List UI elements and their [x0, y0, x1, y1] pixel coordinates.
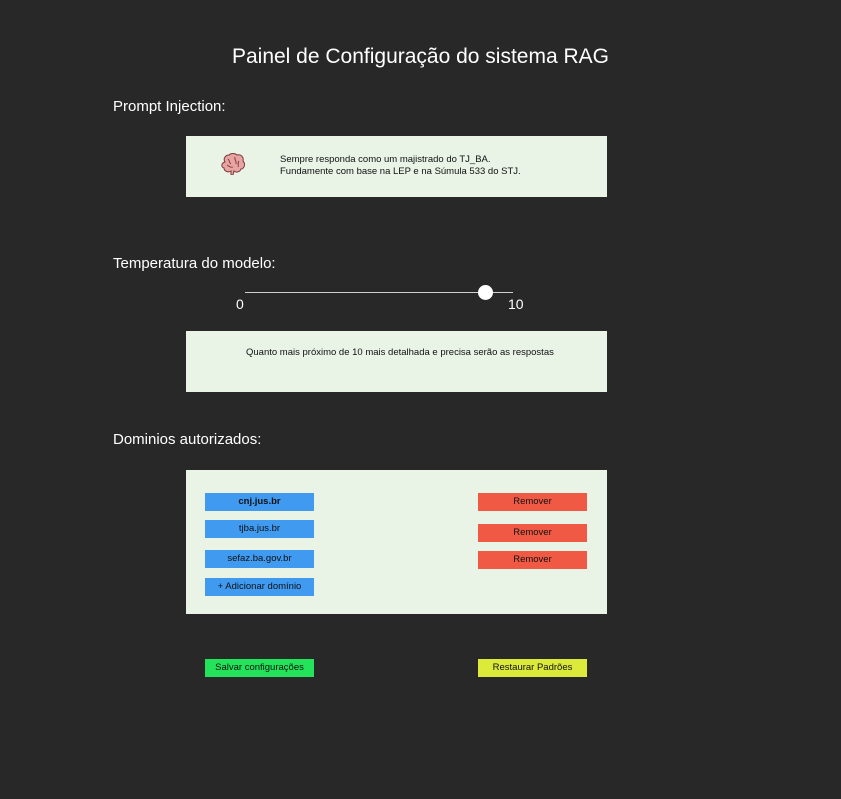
remove-domain-button-tjba[interactable]: Remover	[478, 524, 587, 542]
restore-defaults-button[interactable]: Restaurar Padrões	[478, 659, 587, 677]
temperature-label: Temperatura do modelo:	[113, 255, 276, 272]
page-title: Painel de Configuração do sistema RAG	[231, 45, 610, 68]
temperature-hint-panel: Quanto mais próximo de 10 mais detalhada…	[186, 331, 607, 392]
prompt-injection-label: Prompt Injection:	[113, 98, 226, 115]
domain-chip-tjba[interactable]: tjba.jus.br	[205, 520, 314, 538]
brain-icon	[221, 153, 245, 175]
prompt-text[interactable]: Sempre responda como um majistrado do TJ…	[280, 154, 521, 178]
save-settings-button[interactable]: Salvar configurações	[205, 659, 314, 677]
domains-panel: cnj.jus.br tjba.jus.br sefaz.ba.gov.br +…	[186, 470, 607, 614]
temperature-hint: Quanto mais próximo de 10 mais detalhada…	[246, 347, 554, 358]
temperature-slider-track[interactable]	[245, 292, 513, 293]
remove-domain-button-sefaz[interactable]: Remover	[478, 551, 587, 569]
add-domain-button[interactable]: + Adicionar domínio	[205, 578, 314, 596]
domain-chip-cnj[interactable]: cnj.jus.br	[205, 493, 314, 511]
slider-min-label: 0	[236, 296, 244, 312]
domain-chip-sefaz[interactable]: sefaz.ba.gov.br	[205, 550, 314, 568]
domains-label: Dominios autorizados:	[113, 431, 262, 448]
slider-max-label: 10	[508, 296, 524, 312]
prompt-panel[interactable]: Sempre responda como um majistrado do TJ…	[186, 136, 607, 197]
remove-domain-button-cnj[interactable]: Remover	[478, 493, 587, 511]
temperature-slider-thumb[interactable]	[478, 285, 493, 300]
